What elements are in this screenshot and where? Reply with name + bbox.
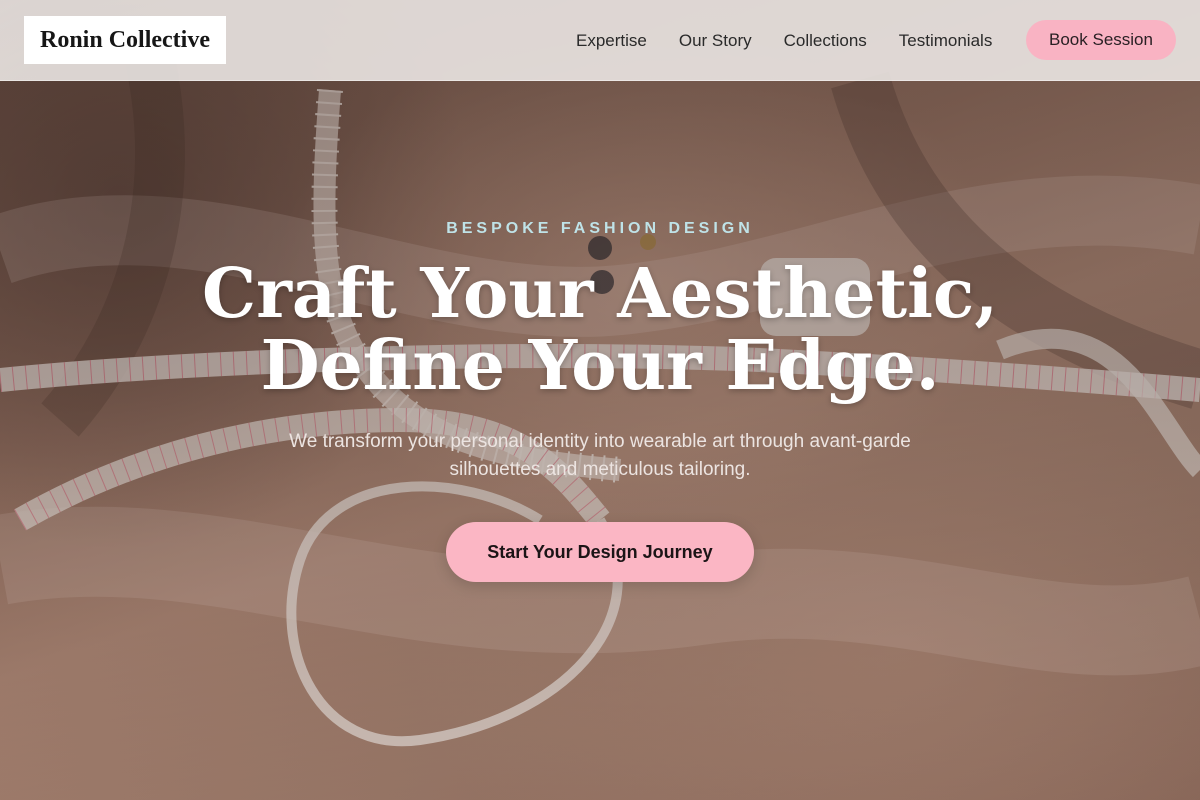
hero-eyebrow: BESPOKE FASHION DESIGN (446, 220, 754, 237)
headline-line-2: Define Your Edge. (260, 326, 940, 406)
hero-headline: Craft Your Aesthetic, Define Your Edge. (0, 258, 1200, 402)
headline-line-1: Craft Your Aesthetic, (201, 254, 998, 334)
hero-subtext: We transform your personal identity into… (289, 431, 911, 480)
hero-content: BESPOKE FASHION DESIGN Craft Your Aesthe… (0, 0, 1200, 800)
start-design-journey-button[interactable]: Start Your Design Journey (446, 522, 754, 582)
